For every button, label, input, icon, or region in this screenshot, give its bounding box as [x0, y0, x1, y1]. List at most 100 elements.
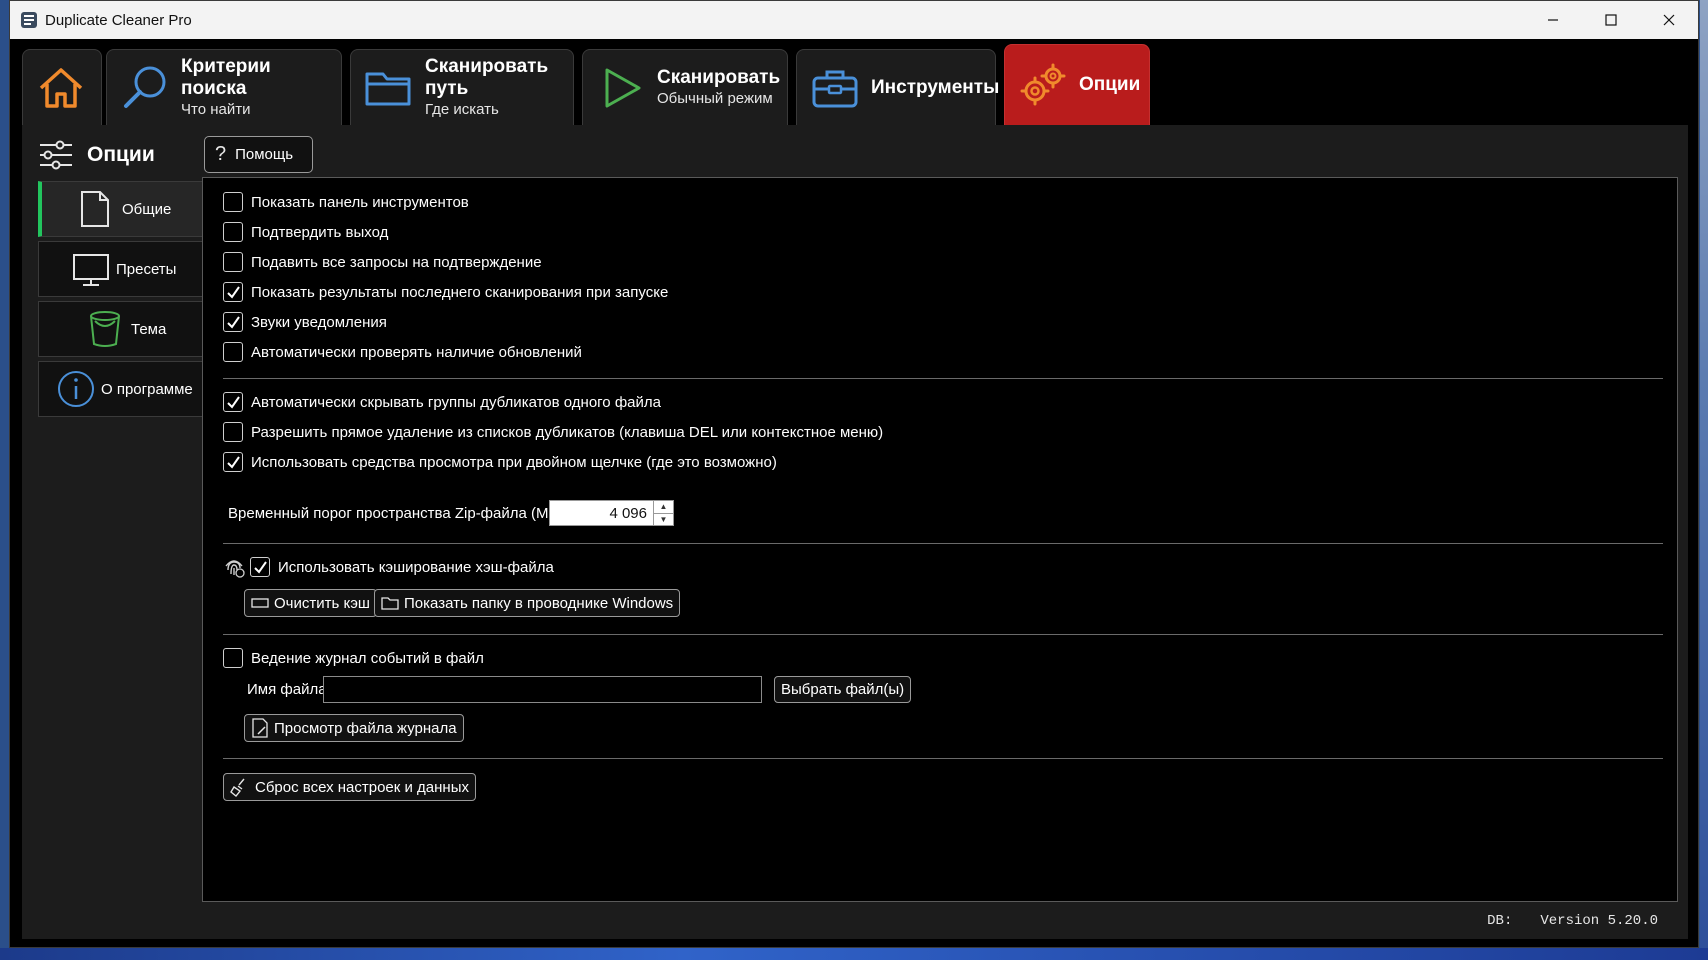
stepper-up-icon[interactable]: ▲	[654, 501, 673, 514]
document-icon	[81, 191, 109, 227]
checkbox[interactable]	[223, 422, 243, 442]
sidebar-item-presets[interactable]: Пресеты	[38, 241, 202, 297]
minimize-button[interactable]	[1524, 1, 1582, 39]
checkbox-label: Подавить все запросы на подтверждение	[251, 253, 542, 271]
show-folder-button[interactable]: Показать папку в проводнике Windows	[374, 589, 681, 617]
close-button[interactable]	[1640, 1, 1698, 39]
checkmark-icon	[226, 455, 240, 469]
filename-row: Имя файла	[247, 677, 327, 701]
checkbox-row[interactable]: Использовать средства просмотра при двой…	[223, 450, 777, 474]
help-button[interactable]: ? Помощь	[204, 136, 313, 173]
checkbox-row[interactable]: Показать панель инструментов	[223, 190, 469, 214]
question-icon: ?	[215, 143, 227, 165]
checkbox-label: Звуки уведомления	[251, 313, 387, 331]
sliders-icon	[40, 140, 72, 170]
checkmark-icon	[226, 315, 240, 329]
zip-threshold-stepper[interactable]: 4 096 ▲ ▼	[549, 500, 674, 526]
main-tab-bar: Критерии поиска Что найти Сканировать пу…	[22, 39, 1688, 125]
choose-file-button[interactable]: Выбрать файл(ы)	[774, 676, 912, 703]
checkbox-label: Ведение журнал событий в файл	[251, 649, 484, 667]
tab-search-criteria[interactable]: Критерии поиска Что найти	[106, 49, 342, 125]
folder-icon	[365, 72, 411, 105]
zip-threshold-value: 4 096	[609, 504, 647, 522]
folder-icon	[381, 597, 399, 610]
tab-label: Инструменты	[871, 76, 1000, 98]
options-header: Опции	[38, 135, 155, 175]
help-button-label: Помощь	[235, 146, 294, 163]
sidebar-item-label: Общие	[122, 200, 172, 218]
view-log-button[interactable]: Просмотр файла журнала	[244, 714, 464, 742]
checkbox-row[interactable]: Разрешить прямое удаление из списков дуб…	[223, 420, 883, 444]
fingerprint-icon	[225, 560, 245, 578]
paint-bucket-icon	[90, 311, 120, 347]
checkmark-icon	[226, 285, 240, 299]
checkbox[interactable]	[223, 282, 243, 302]
home-icon	[39, 67, 83, 108]
tab-label: Опции	[1079, 74, 1141, 95]
checkbox-row[interactable]: Автоматически скрывать группы дубликатов…	[223, 390, 661, 414]
view-log-label: Просмотр файла журнала	[274, 719, 457, 737]
app-frame: Критерии поиска Что найти Сканировать пу…	[22, 39, 1688, 939]
sidebar-item-about[interactable]: О программе	[38, 361, 202, 417]
version-label: Version 5.20.0	[1540, 913, 1658, 929]
checkbox[interactable]	[223, 648, 243, 668]
tab-sublabel: Что найти	[181, 100, 251, 118]
section-divider	[223, 634, 1663, 635]
checkbox-label: Использовать средства просмотра при двой…	[251, 453, 777, 471]
tab-home[interactable]	[22, 49, 102, 125]
checkbox[interactable]	[223, 452, 243, 472]
reset-all-button[interactable]: Сброс всех настроек и данных	[223, 773, 476, 801]
general-options-panel: Показать панель инструментов Подтвердить…	[202, 177, 1678, 902]
checkbox-row[interactable]: Показать результаты последнего сканирова…	[223, 280, 668, 304]
tab-options[interactable]: Опции	[1004, 44, 1150, 125]
play-icon	[605, 68, 641, 107]
hash-cache-row[interactable]: Использовать кэширование хэш-файла	[223, 555, 554, 579]
app-window: Duplicate Cleaner Pro Критерии поиска Чт…	[9, 0, 1699, 948]
checkbox-row[interactable]: Звуки уведомления	[223, 310, 387, 334]
stepper-down-icon[interactable]: ▼	[654, 514, 673, 526]
checkbox-row[interactable]: Автоматически проверять наличие обновлен…	[223, 340, 582, 364]
desktop-taskbar-edge	[0, 948, 1708, 960]
checkbox-label: Показать панель инструментов	[251, 193, 469, 211]
show-folder-label: Показать папку в проводнике Windows	[404, 594, 674, 612]
checkbox-label: Показать результаты последнего сканирова…	[251, 283, 669, 301]
section-divider	[223, 758, 1663, 759]
filename-label: Имя файла	[247, 680, 327, 698]
broom-icon	[230, 778, 245, 797]
maximize-icon	[1605, 14, 1617, 26]
tab-scan-path[interactable]: Сканировать путь Где искать	[350, 49, 574, 125]
close-icon	[1663, 14, 1675, 26]
checkbox-row[interactable]: Подавить все запросы на подтверждение	[223, 250, 542, 274]
checkbox[interactable]	[223, 392, 243, 412]
logging-row[interactable]: Ведение журнал событий в файл	[223, 646, 484, 670]
tab-tools[interactable]: Инструменты	[796, 49, 1000, 125]
toolbox-icon	[812, 70, 858, 107]
checkmark-icon	[226, 395, 240, 409]
status-bar: DB: Version 5.20.0	[1459, 913, 1658, 929]
minimize-icon	[1548, 19, 1558, 21]
sidebar-item-theme[interactable]: Тема	[38, 301, 202, 357]
gears-icon	[1020, 63, 1066, 106]
checkbox[interactable]	[223, 342, 243, 362]
sidebar-item-general[interactable]: Общие	[38, 181, 202, 237]
clear-cache-label: Очистить кэш	[274, 594, 370, 612]
checkbox[interactable]	[223, 312, 243, 332]
checkbox-row[interactable]: Подтвердить выход	[223, 220, 388, 244]
tab-label: Критерии поиска	[181, 55, 271, 99]
filename-input[interactable]	[323, 676, 762, 703]
checkbox-label: Автоматически проверять наличие обновлен…	[251, 343, 582, 361]
checkbox-label: Использовать кэширование хэш-файла	[278, 558, 554, 576]
checkbox[interactable]	[223, 252, 243, 272]
checkbox-label: Подтвердить выход	[251, 223, 389, 241]
checkbox[interactable]	[250, 557, 270, 577]
maximize-button[interactable]	[1582, 1, 1640, 39]
tab-scan[interactable]: Сканировать Обычный режим	[582, 49, 788, 125]
monitor-icon	[73, 254, 109, 286]
title-bar[interactable]: Duplicate Cleaner Pro	[10, 1, 1698, 39]
checkbox[interactable]	[223, 222, 243, 242]
clear-cache-button[interactable]: Очистить кэш	[244, 589, 377, 617]
search-icon	[124, 66, 166, 108]
checkbox[interactable]	[223, 192, 243, 212]
tab-sublabel: Где искать	[425, 100, 499, 118]
checkbox-label: Автоматически скрывать группы дубликатов…	[251, 393, 661, 411]
